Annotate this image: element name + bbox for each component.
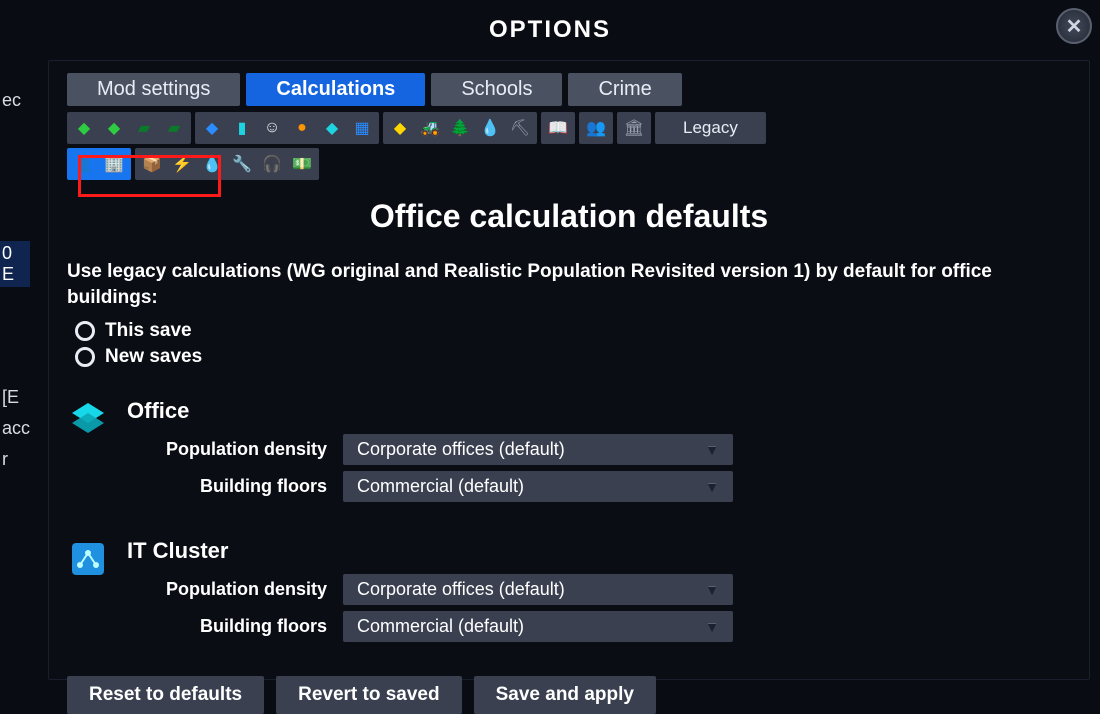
tourism-icon: ☺ — [260, 116, 284, 140]
office-subgroup[interactable]: 👤 🏢 — [67, 148, 131, 180]
dropdown-population-density[interactable]: Corporate offices (default) ▼ — [343, 434, 733, 465]
window-title: OPTIONS — [0, 0, 1100, 54]
category-toolbar-2: 👤 🏢 📦 ⚡ 💧 🔧 🎧 💵 — [67, 148, 1071, 180]
oil-icon: 💧 — [478, 116, 502, 140]
utilities-subgroup[interactable]: 📦 ⚡ 💧 🔧 🎧 💵 — [135, 148, 319, 180]
house-high-icon: ◆ — [102, 116, 126, 140]
radio-icon — [75, 321, 95, 341]
radio-new-saves[interactable]: New saves — [75, 346, 1071, 368]
footer-buttons: Reset to defaults Revert to saved Save a… — [67, 676, 1071, 714]
house-eco-icon: ▰ — [132, 116, 156, 140]
dropdown-building-floors[interactable]: Commercial (default) ▼ — [343, 471, 733, 502]
dropdown-value: Commercial (default) — [357, 616, 524, 637]
field-label: Population density — [127, 439, 327, 460]
eco-commercial-icon: ▦ — [350, 116, 374, 140]
education-group[interactable]: 📖 — [541, 112, 575, 144]
field-label: Building floors — [127, 476, 327, 497]
section-it-cluster: IT Cluster Population density Corporate … — [67, 538, 1071, 648]
radio-icon — [75, 347, 95, 367]
it-cluster-icon — [67, 538, 109, 580]
residential-group[interactable]: ◆ ◆ ▰ ▰ — [67, 112, 191, 144]
dropdown-building-floors[interactable]: Commercial (default) ▼ — [343, 611, 733, 642]
field-label: Population density — [127, 579, 327, 600]
people-icon: 👥 — [584, 116, 608, 140]
commercial-high-icon: ▮ — [230, 116, 254, 140]
tabs-row: Mod settings Calculations Schools Crime — [67, 73, 1071, 106]
legacy-button[interactable]: Legacy — [655, 112, 766, 144]
water-icon: 💧 — [200, 152, 224, 176]
building-icon: 🏢 — [102, 152, 126, 176]
tab-mod-settings[interactable]: Mod settings — [67, 73, 240, 106]
headphones-icon: 🎧 — [260, 152, 284, 176]
field-building-floors: Building floors Commercial (default) ▼ — [127, 611, 1071, 642]
section-title: IT Cluster — [127, 538, 1071, 564]
power-icon: ⚡ — [170, 152, 194, 176]
dropdown-value: Corporate offices (default) — [357, 439, 565, 460]
field-building-floors: Building floors Commercial (default) ▼ — [127, 471, 1071, 502]
close-icon: ✕ — [1066, 14, 1083, 39]
revert-button[interactable]: Revert to saved — [276, 676, 462, 714]
dropdown-value: Commercial (default) — [357, 476, 524, 497]
reset-button[interactable]: Reset to defaults — [67, 676, 264, 714]
legacy-description: Use legacy calculations (WG original and… — [67, 259, 1071, 310]
office-icon — [67, 398, 109, 440]
page-heading: Office calculation defaults — [67, 198, 1071, 235]
close-button[interactable]: ✕ — [1056, 8, 1092, 44]
monument-group[interactable]: 🏛 — [617, 112, 651, 144]
industrial-group[interactable]: ◆ 🚜 🌲 💧 ⛏ — [383, 112, 537, 144]
options-panel: Mod settings Calculations Schools Crime … — [48, 60, 1090, 680]
field-population-density: Population density Corporate offices (de… — [127, 434, 1071, 465]
tab-schools[interactable]: Schools — [431, 73, 562, 106]
commercial-group[interactable]: ◆ ▮ ☺ ● ◆ ▦ — [195, 112, 379, 144]
leisure-icon: ● — [290, 116, 314, 140]
chevron-down-icon: ▼ — [705, 479, 719, 495]
ore-icon: ⛏ — [508, 116, 532, 140]
worker-icon: 👤 — [72, 152, 96, 176]
dropdown-population-density[interactable]: Corporate offices (default) ▼ — [343, 574, 733, 605]
save-apply-button[interactable]: Save and apply — [474, 676, 656, 714]
radio-this-save[interactable]: This save — [75, 320, 1071, 342]
book-icon: 📖 — [546, 116, 570, 140]
section-title: Office — [127, 398, 1071, 424]
house-self-icon: ▰ — [162, 116, 186, 140]
background-strip: ec 0 E [E acc r — [0, 90, 30, 570]
field-population-density: Population density Corporate offices (de… — [127, 574, 1071, 605]
farming-icon: 🚜 — [418, 116, 442, 140]
radio-label: New saves — [105, 346, 202, 368]
industry-icon: ◆ — [388, 116, 412, 140]
section-office: Office Population density Corporate offi… — [67, 398, 1071, 508]
tab-crime[interactable]: Crime — [568, 73, 681, 106]
field-label: Building floors — [127, 616, 327, 637]
chevron-down-icon: ▼ — [705, 442, 719, 458]
commercial-low-icon: ◆ — [200, 116, 224, 140]
chevron-down-icon: ▼ — [705, 619, 719, 635]
organic-icon: ◆ — [320, 116, 344, 140]
population-group[interactable]: 👥 — [579, 112, 613, 144]
forestry-icon: 🌲 — [448, 116, 472, 140]
dropdown-value: Corporate offices (default) — [357, 579, 565, 600]
radio-label: This save — [105, 320, 192, 342]
tool-icon: 🔧 — [230, 152, 254, 176]
monument-icon: 🏛 — [622, 116, 646, 140]
house-low-icon: ◆ — [72, 116, 96, 140]
category-toolbar-1: ◆ ◆ ▰ ▰ ◆ ▮ ☺ ● ◆ ▦ ◆ 🚜 🌲 💧 ⛏ 📖 👥 🏛 — [67, 112, 1071, 144]
money-icon: 💵 — [290, 152, 314, 176]
tab-calculations[interactable]: Calculations — [246, 73, 425, 106]
box-icon: 📦 — [140, 152, 164, 176]
chevron-down-icon: ▼ — [705, 582, 719, 598]
